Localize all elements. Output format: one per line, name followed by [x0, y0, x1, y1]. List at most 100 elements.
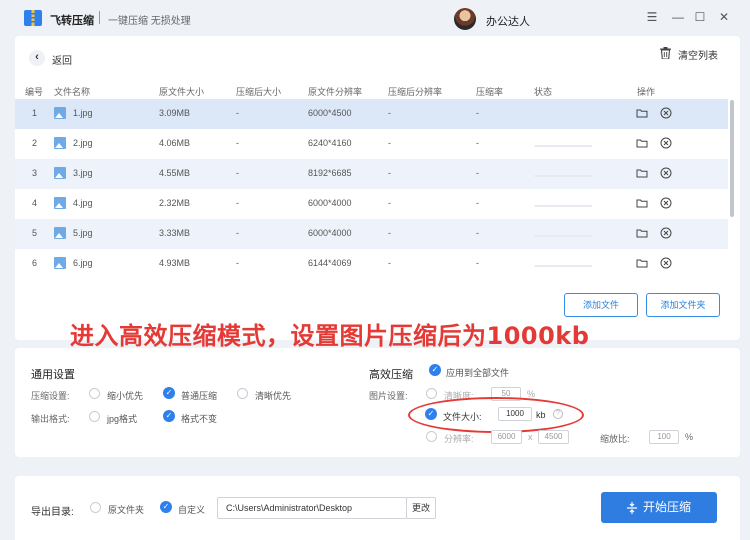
option-original-folder[interactable]: 原文件夹 [108, 503, 144, 516]
row-resolution: 6000*4500 [308, 108, 352, 118]
row-after-resolution: - [388, 138, 391, 148]
row-size: 4.55MB [159, 168, 191, 178]
image-file-icon [54, 107, 66, 119]
option-jpg-format[interactable]: jpg格式 [107, 412, 137, 425]
title-bar: 飞转压缩 一键压缩 无损处理 办公达人 ☰ — ☐ ✕ [0, 0, 750, 36]
option-keep-format[interactable]: 格式不变 [181, 412, 217, 425]
header-status: 状态 [534, 87, 553, 97]
radio-resolution[interactable] [426, 431, 437, 442]
add-file-button[interactable]: 添加文件 [564, 293, 638, 317]
header-name: 文件名称 [54, 87, 91, 97]
folder-icon[interactable] [636, 137, 648, 149]
row-after-resolution: - [388, 108, 391, 118]
radio-clarity-first[interactable] [237, 388, 248, 399]
check-icon[interactable]: ✓ [160, 501, 172, 513]
check-icon[interactable]: ✓ [163, 410, 175, 422]
table-row[interactable]: 4 4.jpg 2.32MB - 6000*4000 - - [15, 189, 728, 219]
scale-unit: % [685, 432, 694, 442]
row-num: 6 [32, 258, 38, 268]
row-after-size: - [236, 138, 239, 148]
start-compress-button[interactable]: 开始压缩 [601, 492, 717, 523]
check-icon[interactable]: ✓ [429, 364, 441, 376]
apply-all-option[interactable]: 应用到全部文件 [446, 366, 509, 379]
compress-icon [626, 501, 637, 514]
header-after-resolution: 压缩后分辨率 [388, 87, 443, 97]
radio-shrink-first[interactable] [89, 388, 100, 399]
table-row[interactable]: 1 1.jpg 3.09MB - 6000*4500 - - [15, 99, 728, 129]
row-after-size: - [236, 198, 239, 208]
row-size: 3.09MB [159, 108, 191, 118]
remove-icon[interactable] [660, 107, 672, 119]
row-after-size: - [236, 258, 239, 268]
folder-icon[interactable] [636, 167, 648, 179]
start-compress-label: 开始压缩 [642, 500, 691, 514]
folder-icon[interactable] [636, 227, 648, 239]
resolution-width-input[interactable]: 6000 [491, 430, 522, 444]
minimize-icon[interactable]: — [670, 9, 686, 25]
row-after-resolution: - [388, 228, 391, 238]
remove-icon[interactable] [660, 227, 672, 239]
back-button[interactable]: ‹ [29, 50, 45, 66]
row-num: 4 [32, 198, 38, 208]
scale-input[interactable]: 100 [649, 430, 679, 444]
close-icon[interactable]: ✕ [716, 9, 732, 25]
app-title: 飞转压缩 [50, 15, 94, 27]
menu-icon[interactable]: ☰ [644, 9, 660, 25]
row-filename: 2.jpg [73, 138, 93, 148]
general-settings-title: 通用设置 [31, 369, 75, 381]
radio-clarity[interactable] [426, 388, 437, 399]
table-row[interactable]: 6 6.jpg 4.93MB - 6144*4069 - - [15, 249, 728, 279]
trash-icon[interactable] [660, 47, 671, 59]
status-progress [534, 265, 592, 267]
row-num: 5 [32, 228, 38, 238]
check-icon[interactable]: ✓ [163, 387, 175, 399]
folder-icon[interactable] [636, 257, 648, 269]
change-button[interactable]: 更改 [406, 497, 436, 519]
avatar[interactable] [454, 8, 476, 30]
export-path-input[interactable]: C:\Users\Administrator\Desktop [217, 497, 407, 519]
row-rate: - [476, 108, 479, 118]
option-clarity-first[interactable]: 清晰优先 [255, 389, 291, 402]
row-rate: - [476, 258, 479, 268]
remove-icon[interactable] [660, 257, 672, 269]
option-shrink-first[interactable]: 缩小优先 [107, 389, 143, 402]
row-after-size: - [236, 228, 239, 238]
image-file-icon [54, 137, 66, 149]
resolution-height-input[interactable]: 4500 [538, 430, 569, 444]
table-row[interactable]: 5 5.jpg 3.33MB - 6000*4000 - - [15, 219, 728, 249]
table-scrollbar[interactable] [730, 100, 734, 217]
row-resolution: 6144*4069 [308, 258, 352, 268]
clear-list-button[interactable]: 清空列表 [678, 47, 718, 62]
back-label[interactable]: 返回 [52, 52, 72, 67]
row-filename: 6.jpg [73, 258, 93, 268]
row-num: 1 [32, 108, 38, 118]
image-settings-label: 图片设置: [369, 391, 408, 401]
row-size: 2.32MB [159, 198, 191, 208]
image-file-icon [54, 167, 66, 179]
option-normal-compress[interactable]: 普通压缩 [181, 389, 217, 402]
row-rate: - [476, 168, 479, 178]
remove-icon[interactable] [660, 197, 672, 209]
remove-icon[interactable] [660, 167, 672, 179]
folder-icon[interactable] [636, 197, 648, 209]
option-custom[interactable]: 自定义 [178, 503, 205, 516]
settings-panel [15, 348, 740, 457]
row-num: 3 [32, 168, 38, 178]
header-actions: 操作 [637, 87, 656, 97]
table-row[interactable]: 3 3.jpg 4.55MB - 8192*6685 - - [15, 159, 728, 189]
remove-icon[interactable] [660, 137, 672, 149]
maximize-icon[interactable]: ☐ [692, 9, 708, 25]
header-num: 编号 [25, 87, 44, 97]
user-name[interactable]: 办公达人 [486, 13, 530, 29]
table-row[interactable]: 2 2.jpg 4.06MB - 6240*4160 - - [15, 129, 728, 159]
radio-jpg-format[interactable] [89, 411, 100, 422]
row-after-resolution: - [388, 258, 391, 268]
compress-settings-label: 压缩设置: [31, 391, 70, 401]
row-filename: 1.jpg [73, 108, 93, 118]
add-folder-button[interactable]: 添加文件夹 [646, 293, 720, 317]
radio-original-folder[interactable] [90, 502, 101, 513]
status-progress [534, 175, 592, 177]
app-subtitle: 一键压缩 无损处理 [108, 16, 191, 27]
image-file-icon [54, 197, 66, 209]
folder-icon[interactable] [636, 107, 648, 119]
